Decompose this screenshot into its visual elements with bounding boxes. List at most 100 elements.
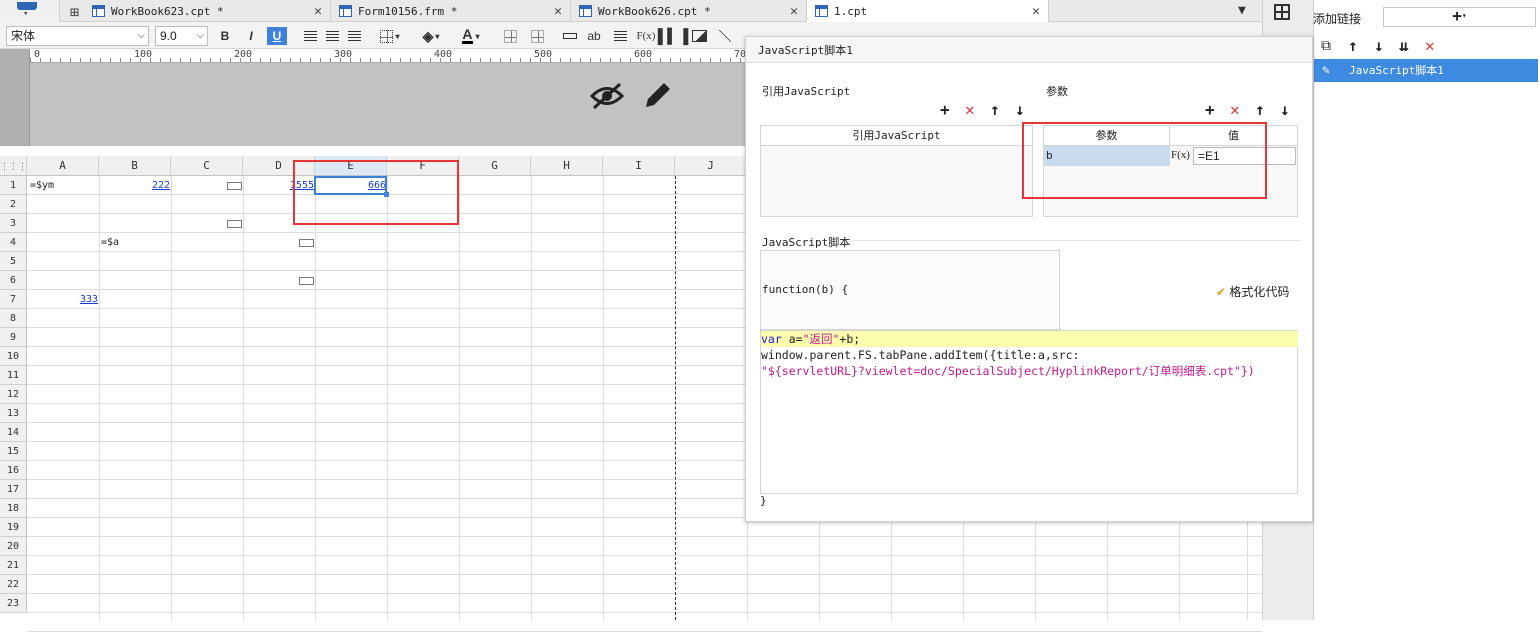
merge-cells-icon (503, 29, 517, 43)
column-header-a[interactable]: A (27, 156, 99, 176)
insert-text-button[interactable]: ab (584, 27, 604, 45)
report-file-icon (579, 5, 592, 17)
cell-widget-icon[interactable] (299, 277, 314, 285)
move-up-icon[interactable]: ↑ (1255, 102, 1265, 118)
add-ref-js-icon[interactable]: + (940, 102, 950, 118)
close-icon[interactable]: ✕ (1032, 4, 1040, 19)
merge-cells-button[interactable] (500, 27, 520, 45)
align-left-button[interactable] (300, 27, 320, 45)
column-header-i[interactable]: I (603, 156, 675, 176)
add-param-icon[interactable]: + (1205, 102, 1215, 118)
insert-textbox-button[interactable] (560, 27, 580, 45)
cell-widget-icon[interactable] (299, 239, 314, 247)
row-header-20[interactable]: 20 (0, 537, 27, 556)
cell-a7[interactable]: 333 (28, 291, 98, 309)
row-header-17[interactable]: 17 (0, 480, 27, 499)
row-header-9[interactable]: 9 (0, 328, 27, 347)
copy-icon[interactable]: ⧉ (1321, 38, 1331, 54)
tab-list-dropdown-icon[interactable]: ▼ (1238, 3, 1246, 18)
cell-attribute-icon[interactable] (1274, 4, 1290, 20)
fill-color-button[interactable]: ◈ ▾ (414, 27, 448, 45)
row-header-19[interactable]: 19 (0, 518, 27, 537)
tab-form10156[interactable]: Form10156.frm * ✕ (331, 0, 571, 22)
tab-workbook626[interactable]: WorkBook626.cpt * ✕ (571, 0, 807, 22)
close-icon[interactable]: ✕ (790, 4, 798, 19)
font-name-select[interactable]: 宋体 ⌵ (6, 26, 149, 46)
chevron-down-icon: ▾ (435, 31, 440, 41)
move-bottom-icon[interactable]: ⇊ (1399, 38, 1409, 54)
move-down-icon[interactable]: ↓ (1374, 38, 1384, 54)
row-header-8[interactable]: 8 (0, 309, 27, 328)
insert-slash-button[interactable] (715, 27, 735, 45)
select-all-corner[interactable]: ⋮⋮⋮ (0, 156, 27, 176)
move-down-icon[interactable]: ↓ (1280, 102, 1290, 118)
cell-widget-icon[interactable] (227, 220, 242, 228)
tab-1-cpt[interactable]: 1.cpt ✕ (807, 0, 1049, 22)
row-header-4[interactable]: 4 (0, 233, 27, 252)
cell-b1[interactable]: 222 (100, 177, 170, 195)
delete-ref-js-icon[interactable]: ✕ (965, 102, 975, 118)
cell-widget-icon[interactable] (227, 182, 242, 190)
move-up-icon[interactable]: ↑ (990, 102, 1000, 118)
delete-param-icon[interactable]: ✕ (1230, 102, 1240, 118)
close-icon[interactable]: ✕ (314, 4, 322, 19)
bold-button[interactable]: B (215, 27, 235, 45)
add-link-button[interactable]: +▾ (1383, 7, 1536, 27)
row-header-6[interactable]: 6 (0, 271, 27, 290)
row-header-5[interactable]: 5 (0, 252, 27, 271)
column-header-h[interactable]: H (531, 156, 603, 176)
italic-button[interactable]: I (241, 27, 261, 45)
code-editor[interactable]: var a="返回"+b; window.parent.FS.tabPane.a… (760, 330, 1298, 494)
row-header-14[interactable]: 14 (0, 423, 27, 442)
cell-a1[interactable]: =$ym (30, 177, 96, 195)
unmerge-cells-button[interactable] (527, 27, 547, 45)
ref-js-table[interactable]: 引用JavaScript (760, 125, 1033, 217)
font-size-select[interactable]: 9.0 ⌵ (155, 26, 208, 46)
row-header-12[interactable]: 12 (0, 385, 27, 404)
row-header-2[interactable]: 2 (0, 195, 27, 214)
font-color-button[interactable]: A ▾ (454, 27, 488, 45)
link-item-js1[interactable]: ✎ JavaScript脚本1 (1314, 59, 1538, 82)
ruler-mark: 600 (634, 49, 653, 60)
script-section-label: JavaScript脚本 (762, 236, 851, 249)
insert-chart-button[interactable]: ▌▍▐ (658, 27, 689, 45)
row-header-11[interactable]: 11 (0, 366, 27, 385)
design-canvas[interactable] (0, 63, 746, 146)
column-header-j[interactable]: J (675, 156, 747, 176)
link-item-label: JavaScript脚本1 (1349, 64, 1444, 77)
edit-pencil-icon[interactable] (642, 79, 674, 111)
paint-bucket-icon: ◈ (422, 27, 434, 44)
close-icon[interactable]: ✕ (554, 4, 562, 19)
border-button[interactable]: ▾ (375, 27, 405, 45)
row-header-7[interactable]: 7 (0, 290, 27, 309)
insert-formula-button[interactable]: F(x) (636, 27, 656, 45)
row-header-22[interactable]: 22 (0, 575, 27, 594)
cell-b4[interactable]: =$a (101, 234, 167, 252)
column-header-b[interactable]: B (99, 156, 171, 176)
row-header-13[interactable]: 13 (0, 404, 27, 423)
row-header-10[interactable]: 10 (0, 347, 27, 366)
align-right-button[interactable] (344, 27, 364, 45)
row-header-1[interactable]: 1 (0, 176, 27, 195)
hide-icon[interactable] (590, 81, 624, 111)
row-header-3[interactable]: 3 (0, 214, 27, 233)
row-header-15[interactable]: 15 (0, 442, 27, 461)
move-down-icon[interactable]: ↓ (1015, 102, 1025, 118)
insert-richtext-button[interactable] (610, 27, 630, 45)
row-header-18[interactable]: 18 (0, 499, 27, 518)
row-header-21[interactable]: 21 (0, 556, 27, 575)
insert-image-button[interactable] (689, 27, 709, 45)
row-header-16[interactable]: 16 (0, 461, 27, 480)
app-menu-area[interactable]: ▾ (0, 0, 60, 22)
move-up-icon[interactable]: ↑ (1348, 38, 1358, 54)
row-header-23[interactable]: 23 (0, 594, 27, 613)
column-header-g[interactable]: G (459, 156, 531, 176)
tab-workbook623[interactable]: ⊞ WorkBook623.cpt * ✕ (60, 0, 331, 22)
delete-icon[interactable]: ✕ (1425, 38, 1435, 54)
align-center-button[interactable] (322, 27, 342, 45)
align-left-icon (303, 30, 317, 42)
format-code-button[interactable]: ✔ 格式化代码 (1216, 283, 1289, 300)
underline-button[interactable]: U (267, 27, 287, 45)
grid-column-line (603, 176, 604, 620)
column-header-c[interactable]: C (171, 156, 243, 176)
